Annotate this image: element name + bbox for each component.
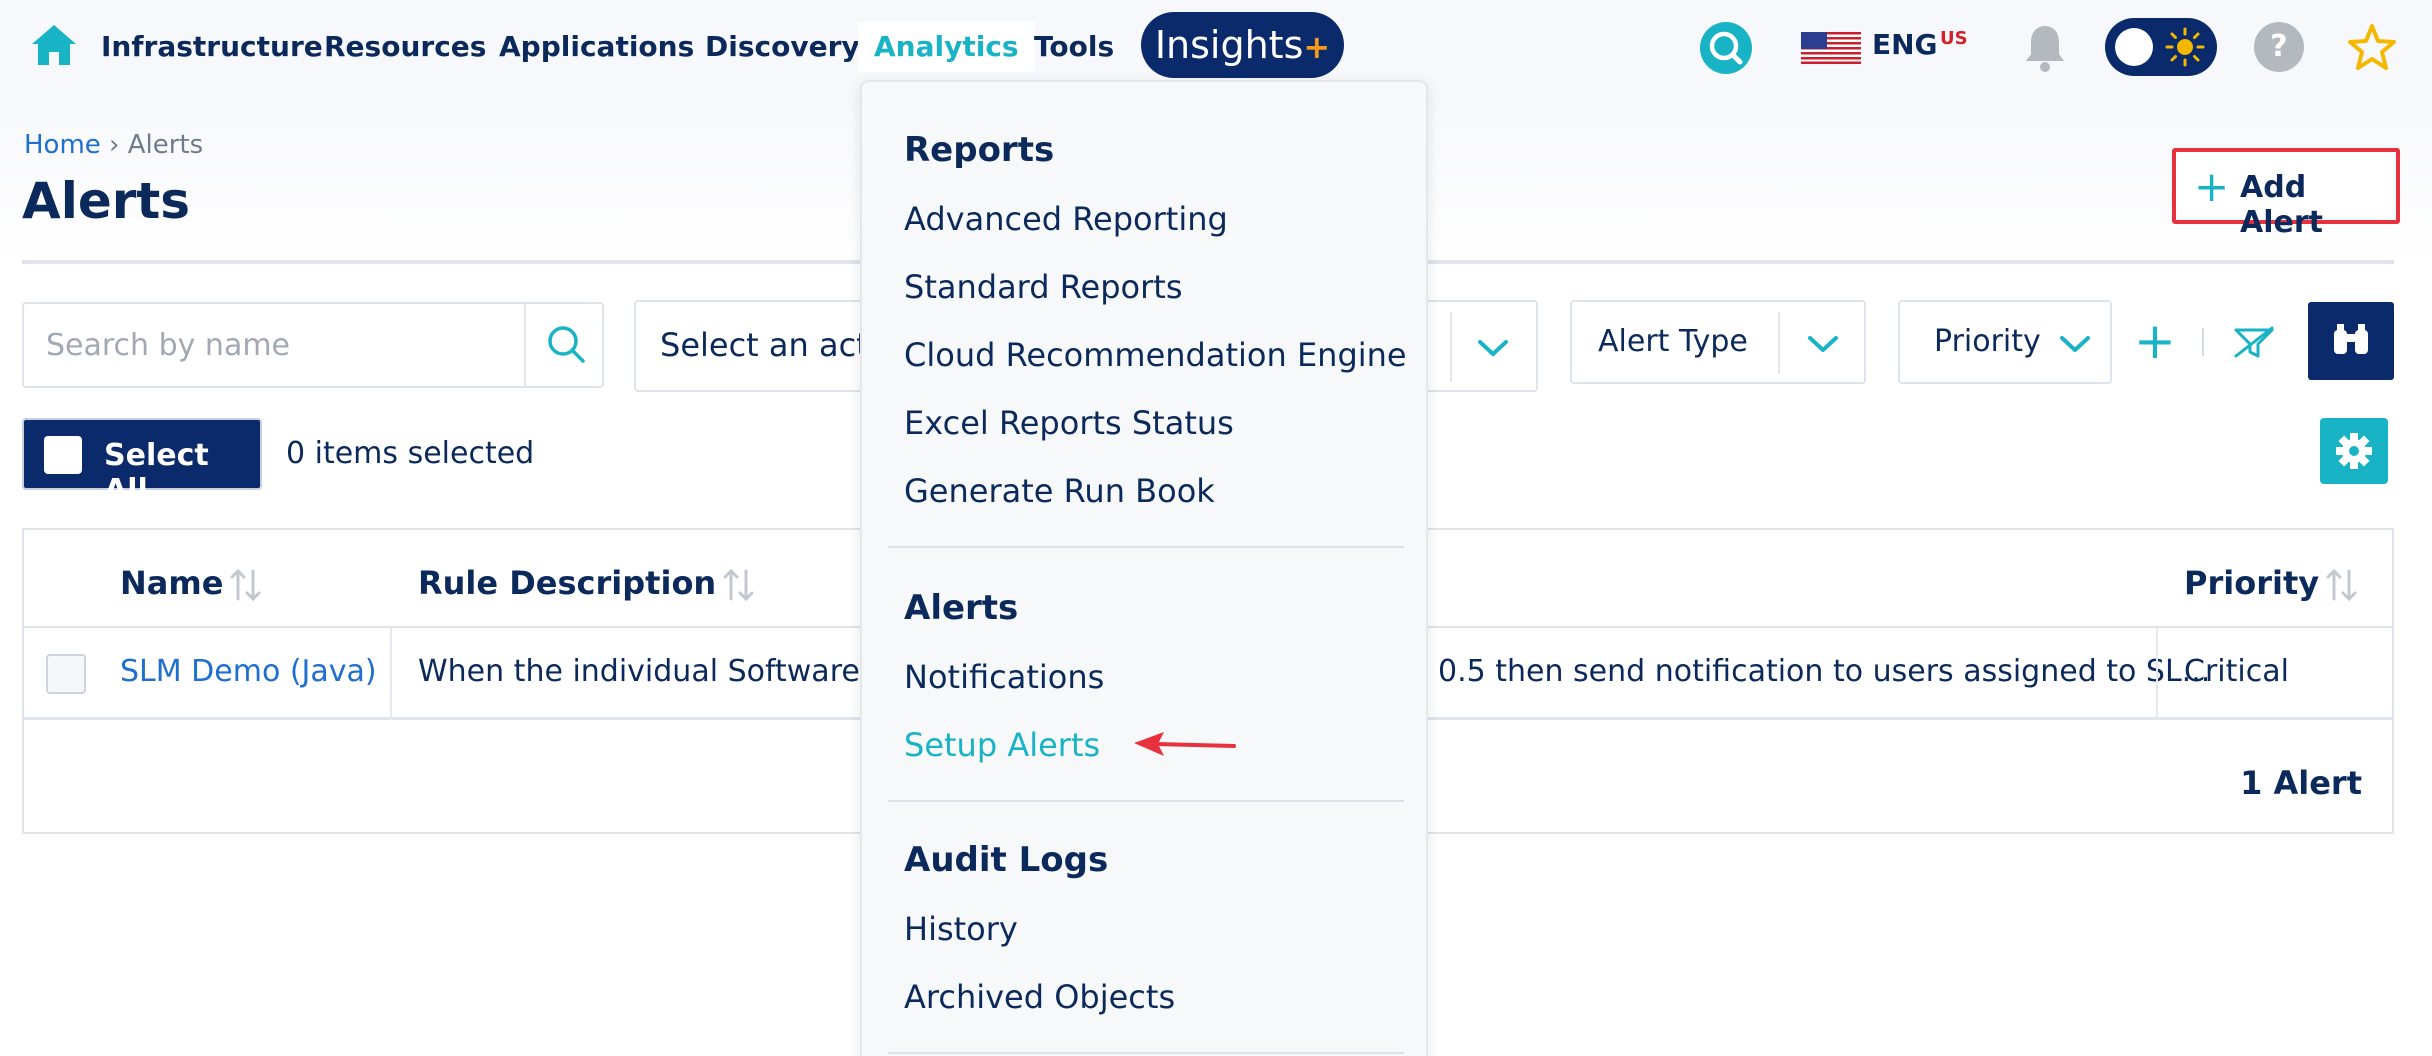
search-icon — [1709, 31, 1743, 65]
menu-item-advanced-reporting[interactable]: Advanced Reporting — [904, 200, 1228, 238]
menu-item-history[interactable]: History — [904, 910, 1018, 948]
select-all-label: Select All — [104, 438, 209, 508]
menu-separator — [888, 1052, 1404, 1054]
language-label[interactable]: ENG — [1872, 28, 1938, 61]
menu-item-standard-reports[interactable]: Standard Reports — [904, 268, 1183, 306]
column-header-label: Name — [120, 564, 224, 602]
search-input[interactable] — [46, 322, 526, 368]
chevron-down-icon — [2060, 336, 2090, 352]
sort-icon[interactable] — [229, 567, 263, 603]
bell-icon[interactable] — [2022, 22, 2068, 74]
global-search-button[interactable] — [1700, 22, 1752, 74]
nav-infrastructure[interactable]: Infrastructure — [101, 22, 323, 72]
column-header-rule-description[interactable]: Rule Description — [418, 564, 756, 603]
chevron-down-icon — [1478, 340, 1508, 356]
breadcrumb-current: Alerts — [127, 130, 204, 160]
add-filter-button[interactable]: + — [2134, 312, 2176, 370]
toggle-knob — [2115, 28, 2153, 66]
menu-separator — [888, 800, 1404, 802]
alert-type-label: Alert Type — [1598, 324, 1748, 359]
language-region: US — [1940, 28, 1968, 49]
filter-divider — [2202, 328, 2204, 356]
home-icon[interactable] — [30, 22, 78, 68]
rule-description-text: When the individual Software Jav — [418, 654, 915, 689]
menu-heading-audit-logs: Audit Logs — [904, 840, 1109, 880]
column-separator — [2156, 628, 2158, 720]
insights-plus: + — [1303, 28, 1331, 66]
filter-separator — [1778, 312, 1780, 374]
menu-item-setup-alerts[interactable]: Setup Alerts — [904, 726, 1100, 764]
theme-toggle[interactable] — [2105, 18, 2217, 76]
plus-icon: + — [2194, 162, 2230, 211]
chevron-down-icon — [1808, 336, 1838, 352]
menu-item-excel-reports-status[interactable]: Excel Reports Status — [904, 404, 1234, 442]
rule-description-text-end: 0.5 then send notification to users assi… — [1438, 654, 2211, 689]
column-header-name[interactable]: Name — [120, 564, 263, 603]
menu-item-cloud-recommendation-engine[interactable]: Cloud Recommendation Engine — [904, 336, 1407, 374]
menu-item-archived-objects[interactable]: Archived Objects — [904, 978, 1175, 1016]
nav-tools[interactable]: Tools — [1034, 22, 1114, 72]
alert-count: 1 Alert — [2240, 764, 2362, 802]
alert-type-filter[interactable]: Alert Type — [1570, 300, 1866, 384]
priority-filter[interactable]: Priority — [1898, 300, 2112, 384]
menu-item-notifications[interactable]: Notifications — [904, 658, 1104, 696]
sort-icon[interactable] — [722, 567, 756, 603]
menu-heading-reports: Reports — [904, 130, 1055, 170]
settings-button[interactable] — [2320, 418, 2388, 484]
action-select-value: Select an acti — [660, 326, 878, 364]
red-arrow-icon — [1134, 732, 1236, 756]
menu-item-generate-run-book[interactable]: Generate Run Book — [904, 472, 1215, 510]
analytics-dropdown-menu: Reports Advanced Reporting Standard Repo… — [860, 80, 1428, 1056]
search-separator — [524, 304, 526, 386]
column-header-label: Rule Description — [418, 564, 717, 602]
alert-name-link[interactable]: SLM Demo (Java) — [120, 654, 377, 689]
menu-heading-alerts: Alerts — [904, 588, 1019, 628]
column-separator — [390, 628, 392, 720]
breadcrumb: Home › Alerts — [24, 130, 203, 160]
menu-separator — [888, 546, 1404, 548]
help-icon[interactable]: ? — [2254, 22, 2304, 72]
search-field — [22, 302, 604, 388]
priority-label: Priority — [1934, 324, 2041, 359]
sun-icon — [2165, 27, 2205, 67]
us-flag-icon[interactable] — [1801, 32, 1861, 64]
filter-clear-icon[interactable] — [2232, 326, 2276, 360]
nav-resources[interactable]: Resources — [324, 22, 486, 72]
select-all-button[interactable]: Select All — [22, 418, 262, 508]
search-icon[interactable] — [544, 322, 588, 366]
sort-icon[interactable] — [2325, 567, 2359, 603]
star-icon[interactable] — [2346, 22, 2398, 74]
gear-icon — [2336, 433, 2372, 469]
binoculars-button[interactable] — [2308, 302, 2394, 380]
select-separator — [1450, 312, 1452, 382]
nav-applications[interactable]: Applications — [499, 22, 694, 72]
column-header-priority[interactable]: Priority — [2184, 564, 2359, 603]
column-header-label: Priority — [2184, 564, 2320, 602]
insights-button[interactable]: Insights+ — [1141, 12, 1344, 78]
nav-analytics[interactable]: Analytics — [858, 22, 1035, 72]
add-alert-button[interactable]: + Add Alert — [2172, 148, 2400, 240]
items-selected-count: 0 items selected — [286, 436, 535, 471]
select-all-checkbox[interactable] — [44, 436, 82, 474]
priority-value: Critical — [2184, 654, 2289, 689]
insights-label: Insights — [1154, 23, 1304, 67]
page-title: Alerts — [22, 172, 191, 230]
breadcrumb-separator: › — [109, 130, 120, 160]
binoculars-icon — [2334, 324, 2368, 354]
nav-discovery[interactable]: Discovery — [705, 22, 860, 72]
add-alert-label: Add Alert — [2240, 170, 2323, 240]
breadcrumb-home[interactable]: Home — [24, 130, 101, 160]
row-checkbox[interactable] — [46, 654, 86, 694]
